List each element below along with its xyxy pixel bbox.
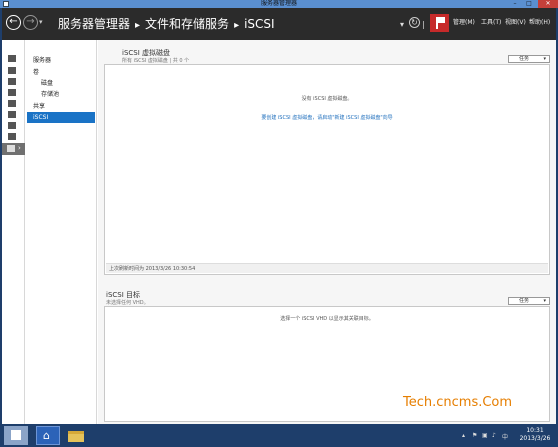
clock-date: 2013/3/26 [519,435,551,442]
empty-targets-message: 选择一个 iSCSI VHD 以显示其关联目标。 [280,316,374,322]
chevron-down-icon: ▾ [543,298,546,304]
watermark-text: Tech.cncms.Com [403,395,513,410]
close-button[interactable]: ✕ [538,0,558,8]
menu-view[interactable]: 视图(V) [505,19,526,27]
start-button[interactable] [4,426,28,445]
breadcrumb: 服务器管理器 ▸ 文件和存储服务 ▸ iSCSI [58,16,275,34]
breadcrumb-separator-icon: ▸ [234,20,240,31]
nav-item-iscsi[interactable]: iSCSI [27,112,95,123]
nav-item-shares[interactable]: 共享 [27,101,95,112]
nav-item-disks[interactable]: 磁盘 [27,78,95,89]
history-dropdown-icon[interactable]: ▾ [39,18,43,26]
iscsi-targets-subtitle: 未选择任何 VHD。 [106,300,149,306]
breadcrumb-item-file-storage[interactable]: 文件和存储服务 [145,17,229,31]
nav-item-servers[interactable]: 服务器 [27,55,95,66]
iscsi-disks-panel: 没有 iSCSI 虚拟磁盘。 要创建 iSCSI 虚拟磁盘，请启动"新建 iSC… [104,64,550,275]
forward-button[interactable]: → [23,15,38,30]
all-servers-icon[interactable] [8,78,16,85]
breadcrumb-item-server-manager[interactable]: 服务器管理器 [58,17,130,31]
empty-disks-message: 没有 iSCSI 虚拟磁盘。 [301,96,353,102]
breadcrumb-separator-icon: ▸ [135,20,141,31]
nav-item-storage-pools[interactable]: 存储池 [27,89,95,100]
chevron-down-icon: ▾ [543,56,546,62]
windows-logo-icon [11,430,21,440]
dashboard-icon[interactable] [8,55,16,62]
notifications-button[interactable] [430,14,449,32]
storage-nav-panel: 服务器 卷 磁盘 存储池 共享 iSCSI [25,40,97,424]
users-icon[interactable] [8,111,16,118]
new-iscsi-disk-link[interactable]: 要创建 iSCSI 虚拟磁盘，请启动"新建 iSCSI 虚拟磁盘"向导 [105,114,549,121]
targets-tasks-button[interactable]: 任务 ▾ [508,297,550,305]
file-storage-icon[interactable]: › [2,143,25,155]
powershell-icon: ⌂ [43,429,50,442]
minimize-button[interactable]: – [508,0,522,8]
menu-help[interactable]: 帮助(H) [529,19,550,27]
iscsi-disks-subtitle: 所有 iSCSI 虚拟磁盘 | 共 0 个 [122,58,190,64]
ad-ds-icon[interactable] [8,89,16,96]
content-area: iSCSI 虚拟磁盘 所有 iSCSI 虚拟磁盘 | 共 0 个 任务 ▾ 没有… [98,40,556,424]
action-center-icon[interactable]: ⚑ [472,432,477,439]
back-button[interactable]: ← [6,15,21,30]
powershell-taskbar-button[interactable]: ⌂ [36,426,60,445]
menu-tools[interactable]: 工具(T) [481,19,501,27]
network-icon[interactable]: ▣ [482,432,488,439]
disks-tasks-button[interactable]: 任务 ▾ [508,55,550,63]
nav-item-volumes[interactable]: 卷 [27,67,95,78]
breadcrumb-item-iscsi: iSCSI [244,17,275,31]
icon-rail: › [2,40,25,424]
window-title: 服务器管理器 [260,0,297,7]
iis-icon[interactable] [8,122,16,129]
volume-icon[interactable]: ♪ [492,432,496,439]
tasks-label: 任务 [519,298,530,304]
window-titlebar: 服务器管理器 – □ ✕ [0,0,558,8]
taskbar: ⌂ ▴ ⚑ ▣ ♪ 中 10:31 2013/3/26 [0,424,558,447]
last-refresh-status: 上次刷新时间为 2013/3/26 10:30:54 [106,263,548,273]
server-manager-window: ← → ▾ 服务器管理器 ▸ 文件和存储服务 ▸ iSCSI ▾ ↻ | 管理(M) 工… [2,8,556,424]
maximize-button[interactable]: □ [522,0,536,8]
tray-expand-icon[interactable]: ▴ [462,432,465,439]
separator-icon: | [422,20,425,29]
menu-manage[interactable]: 管理(M) [453,19,475,27]
local-server-icon[interactable] [8,67,16,74]
tasks-label: 任务 [519,56,530,62]
refresh-icon[interactable]: ↻ [409,17,420,28]
input-method-icon[interactable]: 中 [502,432,508,441]
folder-icon [68,431,84,442]
remote-access-icon[interactable] [8,133,16,140]
file-explorer-taskbar-button[interactable] [64,426,88,445]
clock[interactable]: 10:31 2013/3/26 [516,427,554,443]
refresh-dropdown-icon[interactable]: ▾ [400,20,404,29]
clock-time: 10:31 [526,427,544,434]
dns-icon[interactable] [8,100,16,107]
header-bar: ← → ▾ 服务器管理器 ▸ 文件和存储服务 ▸ iSCSI ▾ ↻ | 管理(M) 工… [2,8,556,40]
